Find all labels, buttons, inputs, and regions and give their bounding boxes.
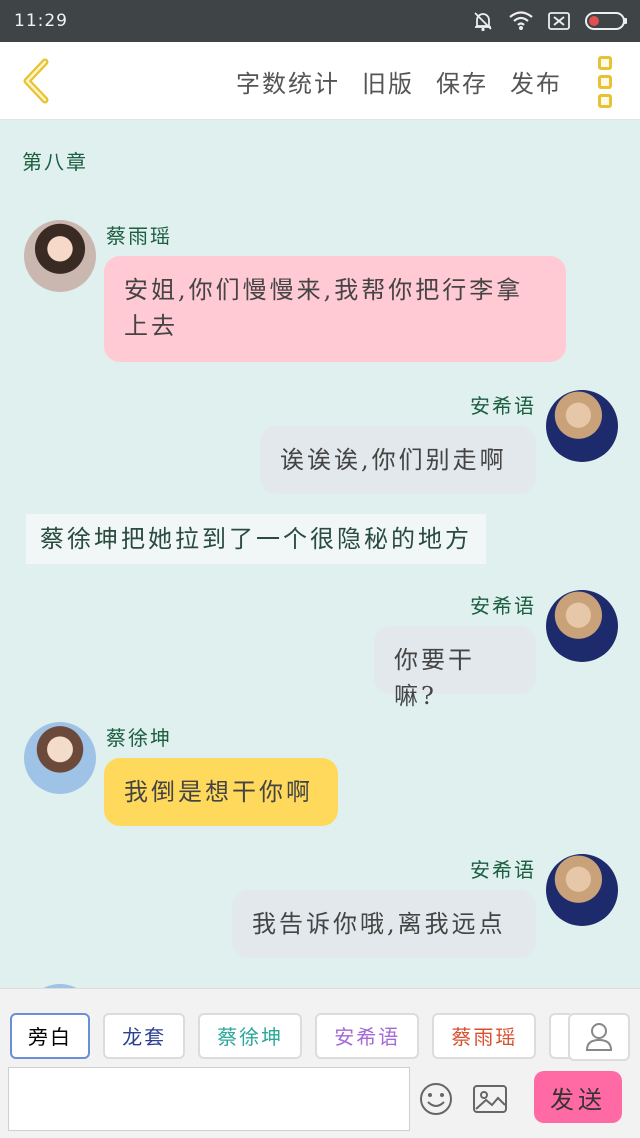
- chapter-title: 第八章: [22, 150, 88, 174]
- character-tabs: 旁白 龙套 蔡徐坤 安希语 蔡雨瑶 许: [10, 1013, 570, 1061]
- speaker-name: 蔡徐坤: [106, 726, 172, 750]
- speaker-name: 蔡雨瑶: [106, 224, 172, 248]
- avatar[interactable]: [24, 722, 96, 794]
- character-tab-cyy[interactable]: 蔡雨瑶: [432, 1013, 537, 1059]
- character-tab-extra[interactable]: 龙套: [103, 1013, 186, 1059]
- character-tab-cxk[interactable]: 蔡徐坤: [198, 1013, 303, 1059]
- bottom-panel: 旁白 龙套 蔡徐坤 安希语 蔡雨瑶 许 发送: [0, 988, 640, 1138]
- message-bubble[interactable]: 你要干嘛?: [374, 626, 536, 710]
- avatar[interactable]: [24, 220, 96, 292]
- message-input[interactable]: [8, 1067, 410, 1131]
- message-bubble[interactable]: 我告诉你哦,离我远点: [232, 890, 536, 958]
- speaker-name: 安希语: [470, 858, 536, 882]
- send-button[interactable]: 发送: [534, 1071, 622, 1123]
- avatar[interactable]: [546, 390, 618, 462]
- character-tab-narrator[interactable]: 旁白: [10, 1013, 90, 1059]
- battery-icon: [584, 11, 628, 31]
- character-tab-xu[interactable]: 许: [549, 1013, 570, 1059]
- narration-text[interactable]: 蔡徐坤把她拉到了一个很隐秘的地方: [26, 514, 486, 564]
- status-bar: 11:29: [0, 0, 640, 42]
- old-version-button[interactable]: 旧版: [362, 64, 414, 99]
- emoji-icon: [420, 1083, 452, 1115]
- menu-icon[interactable]: [594, 56, 616, 108]
- speaker-name: 安希语: [470, 394, 536, 418]
- image-icon: [473, 1085, 507, 1113]
- chat-area[interactable]: 第八章 蔡雨瑶 安姐,你们慢慢来,我帮你把行李拿 上去 安希语 诶诶诶,你们别走…: [0, 120, 640, 988]
- image-button[interactable]: [470, 1079, 510, 1119]
- sim-icon: [548, 12, 570, 30]
- speaker-name: 安希语: [470, 594, 536, 618]
- back-button[interactable]: [16, 58, 56, 104]
- avatar[interactable]: [546, 590, 618, 662]
- publish-button[interactable]: 发布: [510, 64, 562, 99]
- status-icons: [472, 10, 628, 32]
- top-bar: 字数统计 旧版 保存 发布: [0, 42, 640, 120]
- add-character-button[interactable]: [568, 1013, 630, 1061]
- wifi-icon: [508, 11, 534, 31]
- message-bubble[interactable]: 我倒是想干你啊: [104, 758, 338, 826]
- save-button[interactable]: 保存: [436, 64, 488, 99]
- message-bubble[interactable]: 安姐,你们慢慢来,我帮你把行李拿 上去: [104, 256, 566, 362]
- avatar[interactable]: [546, 854, 618, 926]
- message-bubble[interactable]: 诶诶诶,你们别走啊: [260, 426, 536, 494]
- status-time: 11:29: [14, 11, 68, 31]
- back-chevron-icon: [23, 58, 49, 104]
- top-actions: 字数统计 旧版 保存 发布: [236, 42, 562, 120]
- mute-icon: [472, 10, 494, 32]
- person-icon: [585, 1023, 613, 1051]
- character-tab-axy[interactable]: 安希语: [315, 1013, 420, 1059]
- word-count-button[interactable]: 字数统计: [236, 64, 340, 99]
- emoji-button[interactable]: [416, 1079, 456, 1119]
